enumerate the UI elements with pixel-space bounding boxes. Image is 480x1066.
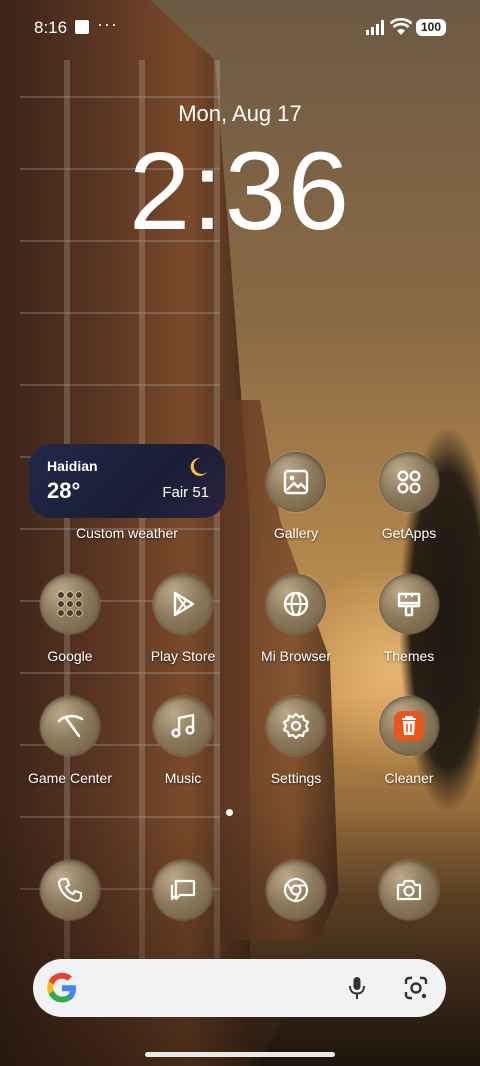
battery-icon: 100	[416, 19, 446, 36]
notification-square-icon	[75, 20, 89, 34]
dock-phone[interactable]	[40, 860, 100, 920]
app-label-mi-browser: Mi Browser	[260, 648, 331, 664]
signal-icon	[366, 20, 384, 35]
microphone-icon[interactable]	[343, 974, 371, 1002]
chrome-icon	[283, 877, 309, 903]
gesture-home-bar[interactable]	[145, 1052, 335, 1057]
messages-icon	[170, 879, 196, 901]
game-center-icon	[57, 714, 84, 738]
clock-time[interactable]: 2:36	[0, 132, 480, 252]
themes-brush-icon	[397, 592, 421, 617]
app-settings[interactable]	[266, 696, 326, 756]
app-music[interactable]	[153, 696, 213, 756]
weather-temperature: 28°	[47, 478, 81, 503]
app-label-google: Google	[47, 648, 93, 664]
app-google-folder[interactable]	[40, 574, 100, 634]
google-g-icon	[47, 972, 76, 1003]
wifi-icon	[390, 18, 412, 35]
app-label-getapps: GetApps	[381, 525, 437, 541]
app-label-themes: Themes	[383, 648, 435, 664]
app-label-game-center: Game Center	[27, 770, 113, 786]
date-label: Mon, Aug 17	[178, 101, 302, 126]
weather-condition: Fair 51	[162, 484, 209, 501]
google-folder-icon	[57, 591, 83, 617]
music-icon	[171, 713, 195, 738]
more-notifications-indicator: ···	[97, 14, 118, 34]
browser-globe-icon	[283, 591, 309, 617]
google-search-bar[interactable]	[33, 959, 446, 1017]
app-label-gallery: Gallery	[273, 525, 319, 541]
app-play-store[interactable]	[153, 574, 213, 634]
weather-widget[interactable]: Haidian 28° Fair 51	[29, 444, 225, 518]
camera-icon	[396, 879, 422, 901]
app-gallery[interactable]	[266, 452, 326, 512]
phone-icon	[57, 877, 83, 903]
settings-gear-icon	[282, 712, 310, 740]
app-cleaner[interactable]	[379, 696, 439, 756]
wallpaper-shade	[0, 806, 480, 1066]
app-getapps[interactable]	[379, 452, 439, 512]
google-lens-icon[interactable]	[401, 973, 431, 1003]
dock-chrome[interactable]	[266, 860, 326, 920]
cleaner-trash-icon	[394, 711, 424, 741]
app-game-center[interactable]	[40, 696, 100, 756]
app-themes[interactable]	[379, 574, 439, 634]
status-bar: 8:16 ··· 100	[0, 0, 480, 56]
app-mi-browser[interactable]	[266, 574, 326, 634]
page-indicator	[226, 809, 233, 816]
weather-city: Haidian	[47, 458, 98, 474]
dock-messages[interactable]	[153, 860, 213, 920]
status-time: 8:16	[34, 18, 68, 37]
dock-camera[interactable]	[379, 860, 439, 920]
app-label-play-store: Play Store	[150, 648, 216, 664]
play-store-icon	[173, 591, 195, 617]
moon-icon	[190, 457, 207, 476]
app-label-settings: Settings	[270, 770, 322, 786]
weather-widget-label: Custom weather	[76, 525, 178, 541]
gallery-icon	[283, 469, 309, 495]
app-label-music: Music	[164, 770, 202, 786]
getapps-icon	[397, 470, 421, 494]
app-label-cleaner: Cleaner	[384, 770, 434, 786]
